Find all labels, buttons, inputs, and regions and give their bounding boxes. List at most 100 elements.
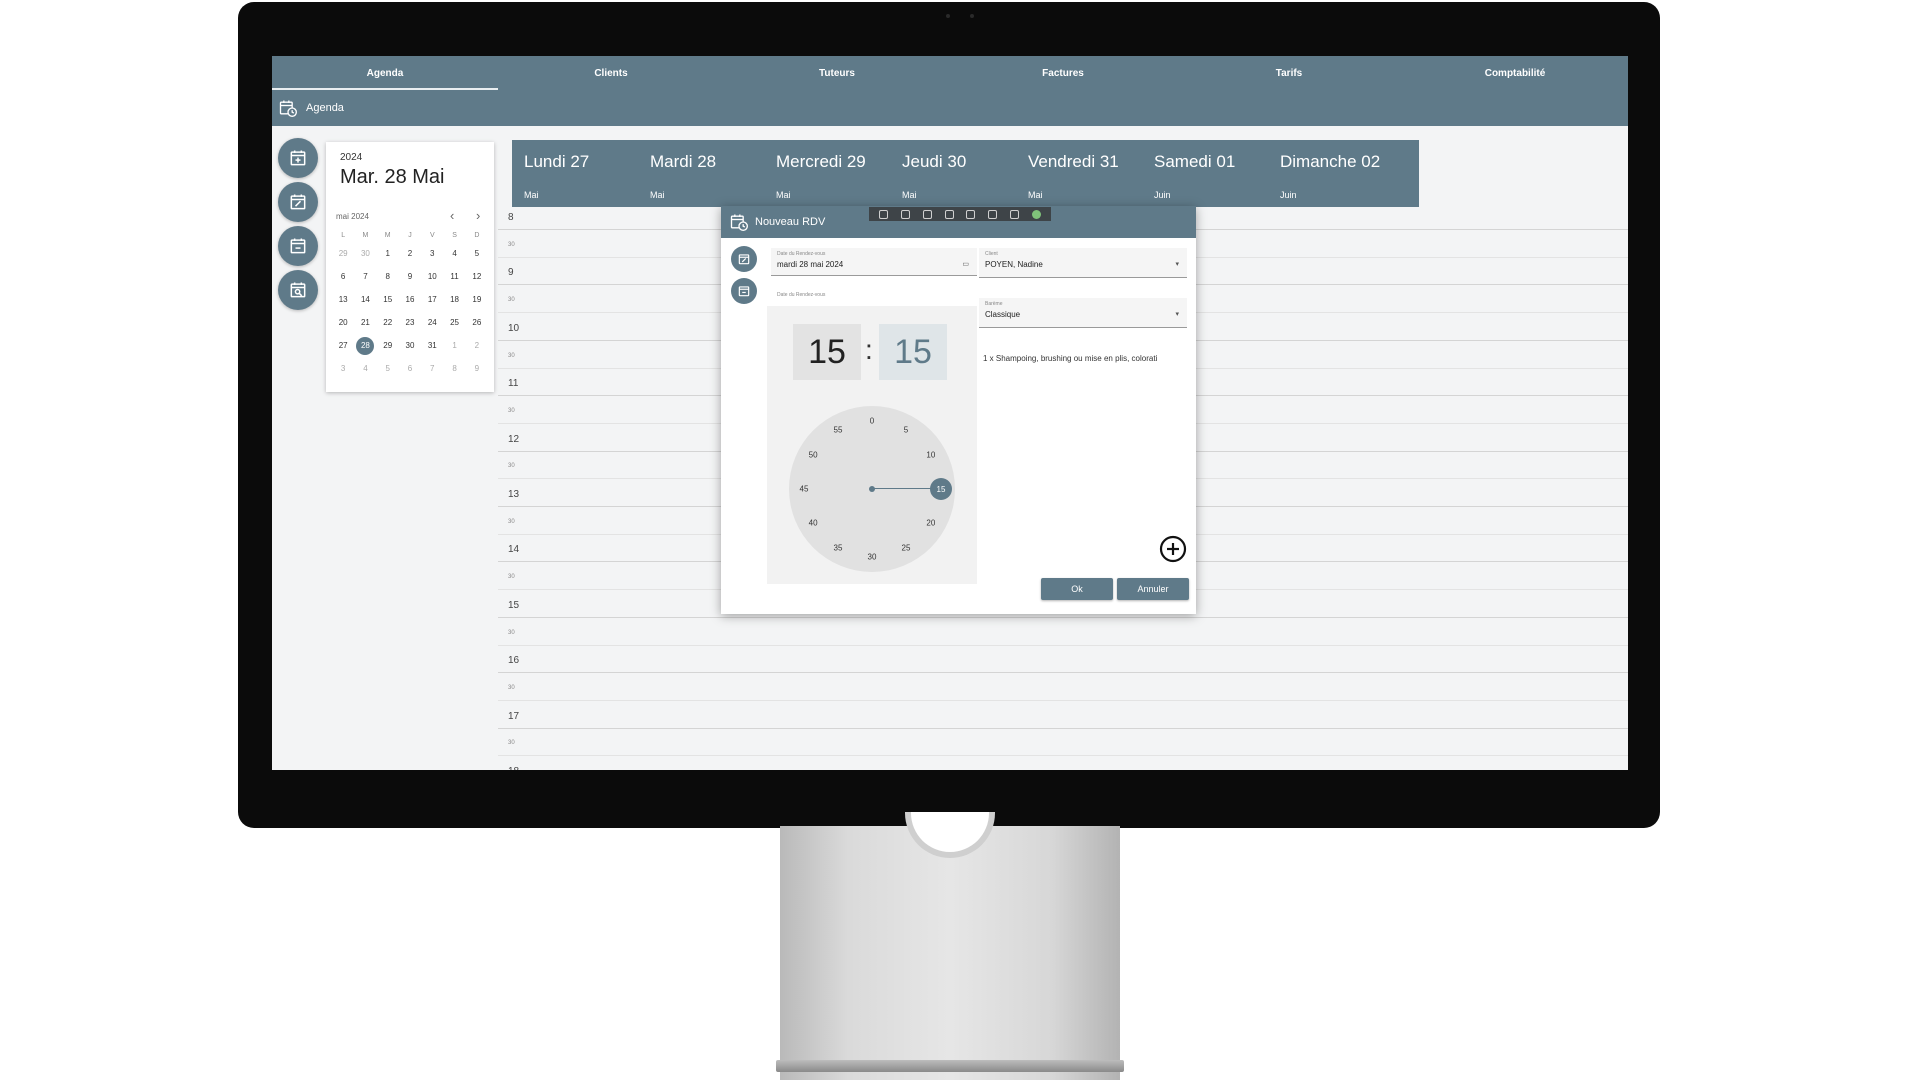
client-select-label: Client [985, 251, 998, 257]
clock-dial-number[interactable]: 40 [809, 519, 818, 528]
calendar-day[interactable]: 9 [399, 265, 421, 288]
time-slot-line [498, 699, 1628, 701]
video-icon[interactable] [901, 209, 911, 219]
crop-icon[interactable] [966, 209, 976, 219]
calendar-day[interactable]: 24 [421, 311, 443, 334]
delete-appointment-button[interactable] [278, 226, 318, 266]
grid-icon[interactable] [988, 209, 998, 219]
calendar-day[interactable]: 16 [399, 288, 421, 311]
calendar-day[interactable]: 8 [443, 357, 465, 380]
clock-dial-number[interactable]: 5 [904, 426, 908, 435]
calendar-day[interactable]: 23 [399, 311, 421, 334]
tab-tuteurs[interactable]: Tuteurs [724, 56, 950, 90]
calendar-clock-icon [730, 214, 748, 231]
hours-display[interactable]: 15 [793, 324, 861, 380]
day-header-label: Lundi 27 [524, 152, 590, 171]
chevron-down-icon: ▾ [1175, 311, 1179, 318]
calendar-day[interactable]: 8 [377, 265, 399, 288]
time-slot-line [498, 644, 1628, 646]
calendar-day[interactable]: 3 [421, 242, 443, 265]
calendar-day[interactable]: 10 [421, 265, 443, 288]
calendar-day[interactable]: 29 [377, 334, 399, 357]
chevron-left-icon[interactable]: ‹ [450, 208, 454, 223]
calendar-day[interactable]: 6 [332, 265, 354, 288]
calendar-day[interactable]: 11 [443, 265, 465, 288]
calendar-day[interactable]: 17 [421, 288, 443, 311]
clock-selected-value[interactable]: 15 [930, 478, 952, 500]
calendar-day[interactable]: 14 [354, 288, 376, 311]
calendar-day[interactable]: 2 [399, 242, 421, 265]
calendar-picker-icon[interactable]: ▭ [962, 260, 969, 268]
calendar-day[interactable]: 21 [354, 311, 376, 334]
calendar-day[interactable]: 30 [399, 334, 421, 357]
search-appointment-button[interactable] [278, 270, 318, 310]
clock-dial-number[interactable]: 0 [870, 417, 874, 426]
clock-dial-number[interactable]: 20 [926, 519, 935, 528]
calendar-day[interactable]: 2 [466, 334, 488, 357]
calendar-day[interactable]: 27 [332, 334, 354, 357]
screenshot-icon[interactable] [879, 209, 889, 219]
ok-button[interactable]: Ok [1041, 578, 1113, 600]
clock-dial[interactable]: 15 0 5 10 20 25 30 35 40 45 50 55 [789, 406, 955, 572]
minutes-display[interactable]: 15 [879, 324, 947, 380]
clock-dial-number[interactable]: 10 [926, 451, 935, 460]
calendar-day-number: 22 [383, 318, 393, 327]
day-header-label: Dimanche 02 [1280, 152, 1381, 171]
clock-dial-number[interactable]: 30 [868, 553, 877, 562]
calendar-day[interactable]: 5 [466, 242, 488, 265]
chevron-right-icon[interactable]: › [476, 208, 480, 223]
calendar-day[interactable]: 1 [377, 242, 399, 265]
new-appointment-button[interactable] [278, 138, 318, 178]
new-appointment-dialog: Nouveau RDV Date du Rendez-vous mardi 28… [721, 206, 1196, 614]
tab-factures[interactable]: Factures [950, 56, 1176, 90]
info-icon[interactable] [1009, 209, 1019, 219]
client-select[interactable]: Client POYEN, Nadine ▾ [979, 248, 1187, 278]
calendar-day[interactable]: 7 [354, 265, 376, 288]
tab-clients[interactable]: Clients [498, 56, 724, 90]
clock-dial-number[interactable]: 55 [834, 426, 843, 435]
pointer-icon[interactable] [922, 209, 932, 219]
calendar-day[interactable]: 26 [466, 311, 488, 334]
clock-dial-number[interactable]: 25 [902, 543, 911, 552]
clock-dial-number[interactable]: 35 [834, 543, 843, 552]
dialog-remove-button[interactable] [731, 278, 757, 304]
calendar-day[interactable]: 28 [354, 334, 376, 357]
day-header[interactable]: Dimanche 02 Juin [1268, 140, 1419, 207]
calendar-day[interactable]: 12 [466, 265, 488, 288]
calendar-day[interactable]: 31 [421, 334, 443, 357]
check-icon[interactable] [1031, 209, 1041, 219]
calendar-day[interactable]: 6 [399, 357, 421, 380]
tab-agenda[interactable]: Agenda [272, 56, 498, 90]
calendar-day[interactable]: 30 [354, 242, 376, 265]
calendar-day[interactable]: 29 [332, 242, 354, 265]
calendar-day[interactable]: 19 [466, 288, 488, 311]
calendar-day[interactable]: 7 [421, 357, 443, 380]
day-header-label: Samedi 01 [1154, 152, 1236, 171]
edit-appointment-button[interactable] [278, 182, 318, 222]
calendar-day[interactable]: 1 [443, 334, 465, 357]
clock-dial-number[interactable]: 45 [800, 485, 809, 494]
calendar-day[interactable]: 25 [443, 311, 465, 334]
calendar-day[interactable]: 3 [332, 357, 354, 380]
calendar-day[interactable]: 20 [332, 311, 354, 334]
calendar-day[interactable]: 13 [332, 288, 354, 311]
calendar-day[interactable]: 5 [377, 357, 399, 380]
calendar-day[interactable]: 15 [377, 288, 399, 311]
calendar-day[interactable]: 4 [443, 242, 465, 265]
frame-icon[interactable] [944, 209, 954, 219]
add-circle-icon[interactable] [1159, 535, 1187, 563]
dialog-date-button[interactable] [731, 246, 757, 272]
calendar-day[interactable]: 9 [466, 357, 488, 380]
calendar-day-number: 4 [452, 249, 457, 258]
tab-tarifs[interactable]: Tarifs [1176, 56, 1402, 90]
bareme-select[interactable]: Barème Classique ▾ [979, 298, 1187, 328]
clock-dial-number[interactable]: 50 [809, 451, 818, 460]
clock-hand-center [869, 486, 875, 492]
date-field[interactable]: Date du Rendez-vous mardi 28 mai 2024 ▭ [771, 248, 977, 276]
time-label: 30 [508, 241, 515, 248]
calendar-day[interactable]: 22 [377, 311, 399, 334]
cancel-button[interactable]: Annuler [1117, 578, 1189, 600]
tab-comptabilite[interactable]: Comptabilité [1402, 56, 1628, 90]
calendar-day[interactable]: 4 [354, 357, 376, 380]
calendar-day[interactable]: 18 [443, 288, 465, 311]
